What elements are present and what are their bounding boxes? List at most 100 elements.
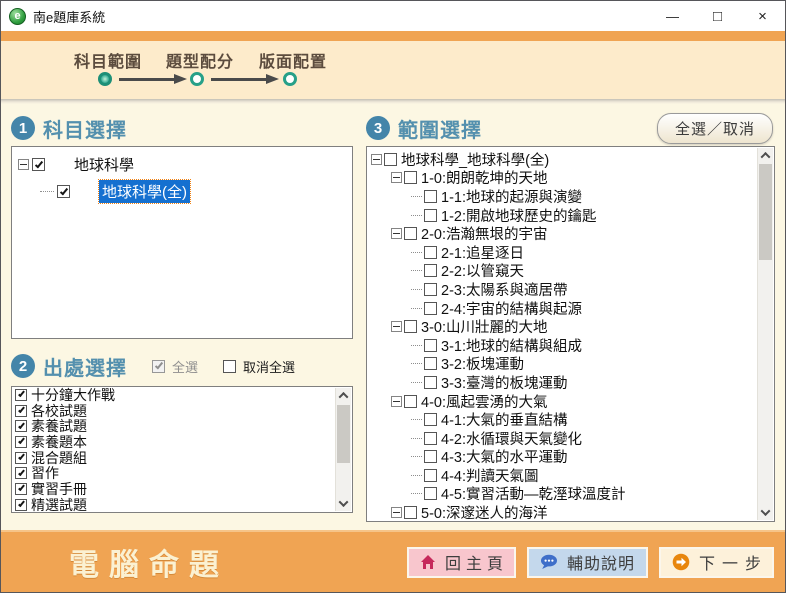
collapse-expander-icon[interactable] [411,377,422,388]
subject-child-checkbox[interactable] [57,185,70,198]
scope-item-checkbox[interactable] [384,153,397,166]
scope-tree-item[interactable]: 2-0:浩瀚無垠的宇宙 [367,224,757,243]
collapse-expander-icon[interactable] [411,470,422,481]
scope-item-checkbox[interactable] [424,209,437,222]
scope-tree-item[interactable]: 3-0:山川壯麗的大地 [367,317,757,336]
scope-item-checkbox[interactable] [424,413,437,426]
next-button-label: 下一步 [699,550,768,574]
scope-tree-item[interactable]: 3-1:地球的結構與組成 [367,336,757,355]
scope-tree-item[interactable]: 3-2:板塊運動 [367,355,757,374]
scrollbar-thumb[interactable] [759,164,772,260]
minimize-button[interactable]: — [650,1,695,31]
source-item-checkbox[interactable] [15,452,27,464]
source-item-checkbox[interactable] [15,483,27,495]
scope-tree-item[interactable]: 4-5:實習活動—乾溼球溫度計 [367,485,757,504]
subject-child-label-selected[interactable]: 地球科學(全) [99,180,190,203]
toggle-all-button[interactable]: 全選／取消 [657,113,773,144]
scope-tree-item[interactable]: 4-3:大氣的水平運動 [367,448,757,467]
collapse-expander-icon[interactable] [411,247,422,258]
subject-tree-child-row[interactable]: 地球科學(全) [12,178,352,205]
collapse-expander-icon[interactable] [391,172,402,183]
source-item-checkbox[interactable] [15,436,27,448]
scope-tree-item[interactable]: 2-2:以管窺天 [367,262,757,281]
scope-item-checkbox[interactable] [424,283,437,296]
scroll-up-icon[interactable] [336,388,351,403]
scope-item-checkbox[interactable] [404,171,417,184]
subject-tree-root-row[interactable]: 地球科學 [12,151,352,178]
collapse-expander-icon[interactable] [411,451,422,462]
source-item-checkbox[interactable] [15,389,27,401]
collapse-expander-icon[interactable] [411,433,422,444]
scope-tree-item[interactable]: 5-0:深邃迷人的海洋 [367,503,757,521]
scope-tree-item[interactable]: 3-3:臺灣的板塊運動 [367,373,757,392]
next-step-button[interactable]: 下一步 [659,547,774,578]
scope-item-checkbox[interactable] [424,432,437,445]
collapse-expander-icon[interactable] [391,396,402,407]
scope-item-label: 2-4:宇宙的結構與起源 [441,299,582,318]
scope-item-checkbox[interactable] [424,339,437,352]
subject-root-checkbox[interactable] [32,158,45,171]
scope-item-checkbox[interactable] [404,320,417,333]
source-list-item[interactable]: 精選試題 [12,497,335,512]
scope-tree-item[interactable]: 1-1:地球的起源與演變 [367,187,757,206]
scroll-down-icon[interactable] [758,505,773,520]
scope-item-checkbox[interactable] [404,506,417,519]
scope-tree-item[interactable]: 4-4:判讀天氣圖 [367,466,757,485]
scope-item-checkbox[interactable] [424,469,437,482]
scope-tree-item[interactable]: 2-3:太陽系與適居帶 [367,280,757,299]
scope-section-header: 3 範圍選擇 全選／取消 [366,110,775,146]
collapse-expander-icon[interactable] [411,358,422,369]
scope-item-checkbox[interactable] [404,395,417,408]
scope-item-checkbox[interactable] [404,227,417,240]
collapse-expander-icon[interactable] [411,414,422,425]
collapse-expander-icon[interactable] [411,210,422,221]
scrollbar-thumb[interactable] [337,405,350,463]
collapse-expander-icon[interactable] [411,488,422,499]
scope-tree-scrollbar[interactable] [757,148,773,520]
scope-tree-item[interactable]: 4-2:水循環與天氣變化 [367,429,757,448]
scope-tree-item[interactable]: 1-2:開啟地球歷史的鑰匙 [367,206,757,225]
scope-item-checkbox[interactable] [424,264,437,277]
collapse-expander-icon[interactable] [391,507,402,518]
scope-tree-item[interactable]: 2-4:宇宙的結構與起源 [367,299,757,318]
select-all-checkbox-box[interactable] [152,360,165,373]
clear-all-checkbox[interactable]: 取消全選 [220,357,295,376]
footer-bar: 電腦命題 回主頁 輔助說明 下一步 [1,530,785,592]
scope-item-checkbox[interactable] [424,376,437,389]
collapse-expander-icon[interactable] [391,321,402,332]
home-button[interactable]: 回主頁 [407,547,516,578]
scroll-up-icon[interactable] [758,148,773,163]
source-item-checkbox[interactable] [15,405,27,417]
collapse-expander-icon[interactable] [411,284,422,295]
scope-item-checkbox[interactable] [424,246,437,259]
scope-item-checkbox[interactable] [424,487,437,500]
scope-item-checkbox[interactable] [424,302,437,315]
collapse-expander-icon[interactable] [411,265,422,276]
close-button[interactable]: × [740,1,785,31]
source-list-scrollbar[interactable] [335,388,351,511]
clear-all-checkbox-box[interactable] [223,360,236,373]
collapse-expander-icon[interactable] [411,191,422,202]
collapse-expander-icon[interactable] [391,228,402,239]
select-all-checkbox[interactable]: 全選 [149,357,198,376]
source-item-checkbox[interactable] [15,467,27,479]
scope-item-checkbox[interactable] [424,357,437,370]
scope-item-checkbox[interactable] [424,190,437,203]
maximize-button[interactable]: □ [695,1,740,31]
scope-tree-item[interactable]: 4-1:大氣的垂直結構 [367,410,757,429]
source-list-item[interactable]: 混合題組 [12,450,335,466]
scope-tree-item[interactable]: 2-1:追星逐日 [367,243,757,262]
scope-item-checkbox[interactable] [424,450,437,463]
scroll-down-icon[interactable] [336,496,351,511]
subject-root-label[interactable]: 地球科學 [74,154,134,175]
collapse-expander-icon[interactable] [371,154,382,165]
scope-tree-item[interactable]: 1-0:朗朗乾坤的天地 [367,169,757,188]
help-button[interactable]: 輔助說明 [527,547,648,578]
source-item-checkbox[interactable] [15,420,27,432]
source-item-checkbox[interactable] [15,499,27,511]
scope-tree-item[interactable]: 地球科學_地球科學(全) [367,150,757,169]
collapse-expander-icon[interactable] [18,159,29,170]
collapse-expander-icon[interactable] [411,303,422,314]
collapse-expander-icon[interactable] [411,340,422,351]
scope-tree-item[interactable]: 4-0:風起雲湧的大氣 [367,392,757,411]
